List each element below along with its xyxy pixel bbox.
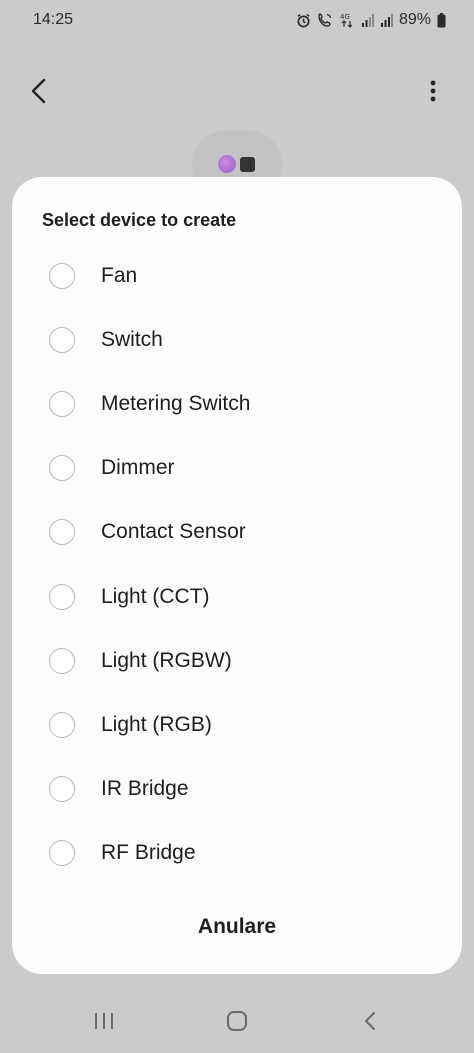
more-vert-icon [430,80,436,102]
svg-text:4G: 4G [340,13,350,21]
option-label: Fan [101,264,138,287]
option-label: IR Bridge [101,777,189,800]
battery-percent: 89% [398,11,431,28]
dialog-title: Select device to create [42,210,237,230]
option-fan[interactable]: Fan [12,248,462,304]
square-icon [240,157,255,172]
battery-icon [437,12,446,28]
option-contact-sensor[interactable]: Contact Sensor [12,504,462,560]
option-label: Contact Sensor [101,520,246,543]
option-label: RF Bridge [101,841,196,864]
call-icon [317,12,333,28]
option-light-cct[interactable]: Light (CCT) [12,569,462,625]
select-device-dialog: Select device to create Fan Switch Meter… [12,177,462,974]
option-label: Dimmer [101,456,175,479]
cancel-button[interactable]: Anulare [162,905,312,949]
back-icon [365,1012,375,1030]
radio-button[interactable] [49,391,75,417]
network-4g-icon: 4G [339,12,355,28]
option-rf-bridge[interactable]: RF Bridge [12,825,462,881]
home-button[interactable] [217,1006,257,1036]
radio-button[interactable] [49,648,75,674]
color-dot-icon [218,155,236,173]
alarm-icon [296,13,311,28]
back-button[interactable] [22,74,56,108]
nav-back-button[interactable] [350,1006,390,1036]
option-switch[interactable]: Switch [12,312,462,368]
option-label: Switch [101,328,163,351]
recent-apps-icon [95,1013,113,1029]
more-options-button[interactable] [418,74,448,108]
option-label: Light (CCT) [101,585,210,608]
status-icons: 4G 89% [296,11,446,29]
recent-apps-button[interactable] [84,1006,124,1036]
option-light-rgb[interactable]: Light (RGB) [12,697,462,753]
option-label: Metering Switch [101,392,251,415]
radio-button[interactable] [49,327,75,353]
back-arrow-icon [31,78,46,104]
option-label: Light (RGB) [101,713,212,736]
radio-button[interactable] [49,776,75,802]
option-light-rgbw[interactable]: Light (RGBW) [12,633,462,689]
status-time: 14:25 [33,11,74,28]
option-label: Light (RGBW) [101,649,232,672]
radio-button[interactable] [49,263,75,289]
option-ir-bridge[interactable]: IR Bridge [12,761,462,817]
signal-icon [380,13,393,27]
signal-icon [361,13,374,27]
home-icon [227,1011,247,1031]
radio-button[interactable] [49,840,75,866]
option-dimmer[interactable]: Dimmer [12,440,462,496]
radio-button[interactable] [49,584,75,610]
radio-button[interactable] [49,455,75,481]
option-metering-switch[interactable]: Metering Switch [12,376,462,432]
radio-button[interactable] [49,712,75,738]
status-bar: 14:25 4G 89% [0,0,474,40]
radio-button[interactable] [49,519,75,545]
navigation-bar [0,990,474,1053]
